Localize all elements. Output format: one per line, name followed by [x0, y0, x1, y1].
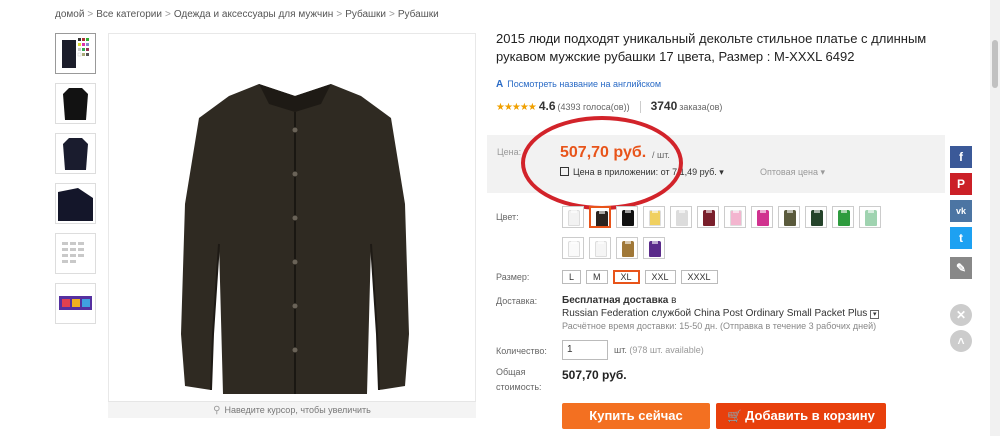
- swatch-collar: [571, 210, 577, 213]
- color-swatch-white[interactable]: [562, 206, 584, 228]
- size-option-xl[interactable]: XL: [612, 270, 640, 284]
- color-swatch-mint[interactable]: [859, 206, 881, 228]
- orders-count: 3740: [650, 99, 678, 113]
- swatch-collar: [868, 210, 874, 213]
- rating-row: ★★★★★ 4.6 (4393 голоса(ов)) 3740 заказа(ов): [496, 99, 723, 114]
- breadcrumb-mens-clothing[interactable]: Одежда и аксессуары для мужчин: [174, 9, 334, 20]
- color-swatch-pink[interactable]: [724, 206, 746, 228]
- shipping-method[interactable]: Russian Federation службой China Post Or…: [562, 308, 892, 319]
- thumbnail-3[interactable]: [55, 133, 96, 174]
- quantity-label: Количество:: [496, 346, 547, 356]
- scrollbar-thumb[interactable]: [992, 40, 998, 88]
- total-label-2: стоимость:: [496, 382, 542, 392]
- product-title: 2015 люди подходят уникальный декольте с…: [496, 31, 927, 64]
- swatch-collar: [599, 211, 605, 214]
- thumbnail-2[interactable]: [55, 83, 96, 124]
- color-swatch-green[interactable]: [832, 206, 854, 228]
- delivery-label: Доставка:: [496, 296, 538, 306]
- caret-down-icon: ▾: [820, 167, 826, 177]
- total-label-1: Общая: [496, 367, 526, 377]
- color-swatch-khaki[interactable]: [616, 237, 638, 259]
- color-swatch-burgundy[interactable]: [697, 206, 719, 228]
- size-options: L M XL XXL XXXL: [562, 270, 718, 284]
- annotation-circle: [521, 116, 683, 210]
- quantity-unit: шт. (978 шт. available): [614, 345, 704, 355]
- swatch-collar: [760, 210, 766, 213]
- social-share-bar: f P vk t ✎: [950, 146, 972, 284]
- magnifier-icon: ⚲: [213, 405, 221, 416]
- breadcrumb-shirts-current[interactable]: Рубашки: [398, 9, 439, 20]
- breadcrumb-home[interactable]: домой: [55, 9, 84, 20]
- buy-now-button[interactable]: Купить сейчас: [562, 403, 710, 429]
- shirt-illustration: [181, 84, 409, 394]
- star-rating-icon: ★★★★★: [496, 102, 537, 113]
- thumbnail-6[interactable]: [55, 283, 96, 324]
- swatch-collar: [733, 210, 739, 213]
- edit-icon[interactable]: ✎: [950, 257, 972, 279]
- size-option-xxl[interactable]: XXL: [644, 270, 676, 284]
- color-swatch-yellow[interactable]: [643, 206, 665, 228]
- color-swatch-black-selected[interactable]: [589, 206, 611, 228]
- swatch-collar: [652, 210, 658, 213]
- color-swatch-olive[interactable]: [778, 206, 800, 228]
- color-swatch-row-2: [562, 237, 902, 259]
- thumbnail-1[interactable]: [55, 33, 96, 74]
- color-swatch-black[interactable]: [616, 206, 638, 228]
- divider: [639, 101, 641, 114]
- caret-down-icon: ▾: [719, 167, 724, 177]
- color-swatch-magenta[interactable]: [751, 206, 773, 228]
- color-swatch-white-2[interactable]: [562, 237, 584, 259]
- delivery-estimate: Расчётное время доставки: 15-50 дн. (Отп…: [562, 321, 877, 331]
- vk-icon[interactable]: vk: [950, 200, 972, 222]
- color-swatch-light-grey[interactable]: [670, 206, 692, 228]
- main-product-image[interactable]: [108, 33, 476, 418]
- swatch-collar: [625, 210, 631, 213]
- color-swatch-dark-green[interactable]: [805, 206, 827, 228]
- swatch-collar: [841, 210, 847, 213]
- zoom-hint: ⚲ Наведите курсор, чтобы увеличить: [108, 401, 476, 418]
- delivery-info: Бесплатная доставка в Russian Federation…: [562, 295, 892, 331]
- rating-score: 4.6: [538, 99, 556, 113]
- votes-count[interactable]: (4393 голоса(ов)): [558, 102, 630, 112]
- size-option-m[interactable]: M: [586, 270, 608, 284]
- swatch-collar: [652, 241, 658, 244]
- color-swatch-purple[interactable]: [643, 237, 665, 259]
- scrollbar[interactable]: [990, 0, 1000, 436]
- scroll-top-icon[interactable]: ˄: [950, 330, 972, 352]
- thumbnail-4[interactable]: [55, 183, 96, 224]
- breadcrumb-all-categories[interactable]: Все категории: [96, 9, 162, 20]
- orders-label: заказа(ов): [679, 102, 723, 112]
- swatch-collar: [787, 210, 793, 213]
- swatch-collar: [814, 210, 820, 213]
- breadcrumb-shirts[interactable]: Рубашки: [345, 9, 386, 20]
- wholesale-price-dropdown[interactable]: Оптовая цена ▾: [760, 167, 825, 178]
- thumbnail-list: [55, 33, 98, 333]
- swatch-collar: [679, 210, 685, 213]
- size-option-xxxl[interactable]: XXXL: [680, 270, 718, 284]
- twitter-icon[interactable]: t: [950, 227, 972, 249]
- swatch-collar: [706, 210, 712, 213]
- color-swatch-white-3[interactable]: [589, 237, 611, 259]
- translate-link[interactable]: A Посмотреть название на английском: [496, 79, 661, 90]
- color-swatch-row-1: [562, 206, 902, 228]
- facebook-icon[interactable]: f: [950, 146, 972, 168]
- swatch-collar: [571, 241, 577, 244]
- cart-icon: 🛒: [727, 409, 743, 423]
- color-label: Цвет:: [496, 212, 519, 222]
- size-option-l[interactable]: L: [562, 270, 582, 284]
- free-shipping: Бесплатная доставка: [562, 295, 669, 306]
- swatch-collar: [625, 241, 631, 244]
- quantity-input[interactable]: 1: [562, 340, 608, 360]
- breadcrumb: домой > Все категории > Одежда и аксессуары …: [55, 9, 439, 20]
- size-label: Размер:: [496, 272, 530, 282]
- dropdown-icon[interactable]: ▾: [870, 310, 880, 319]
- close-icon[interactable]: ✕: [950, 304, 972, 326]
- total-price: 507,70 руб.: [562, 368, 627, 382]
- thumbnail-5-size-chart[interactable]: [55, 233, 96, 274]
- swatch-collar: [598, 241, 604, 244]
- price-label: Цена:: [497, 147, 522, 157]
- pinterest-icon[interactable]: P: [950, 173, 972, 195]
- translate-icon: A: [496, 79, 504, 90]
- add-to-cart-button[interactable]: 🛒 Добавить в корзину: [716, 403, 886, 429]
